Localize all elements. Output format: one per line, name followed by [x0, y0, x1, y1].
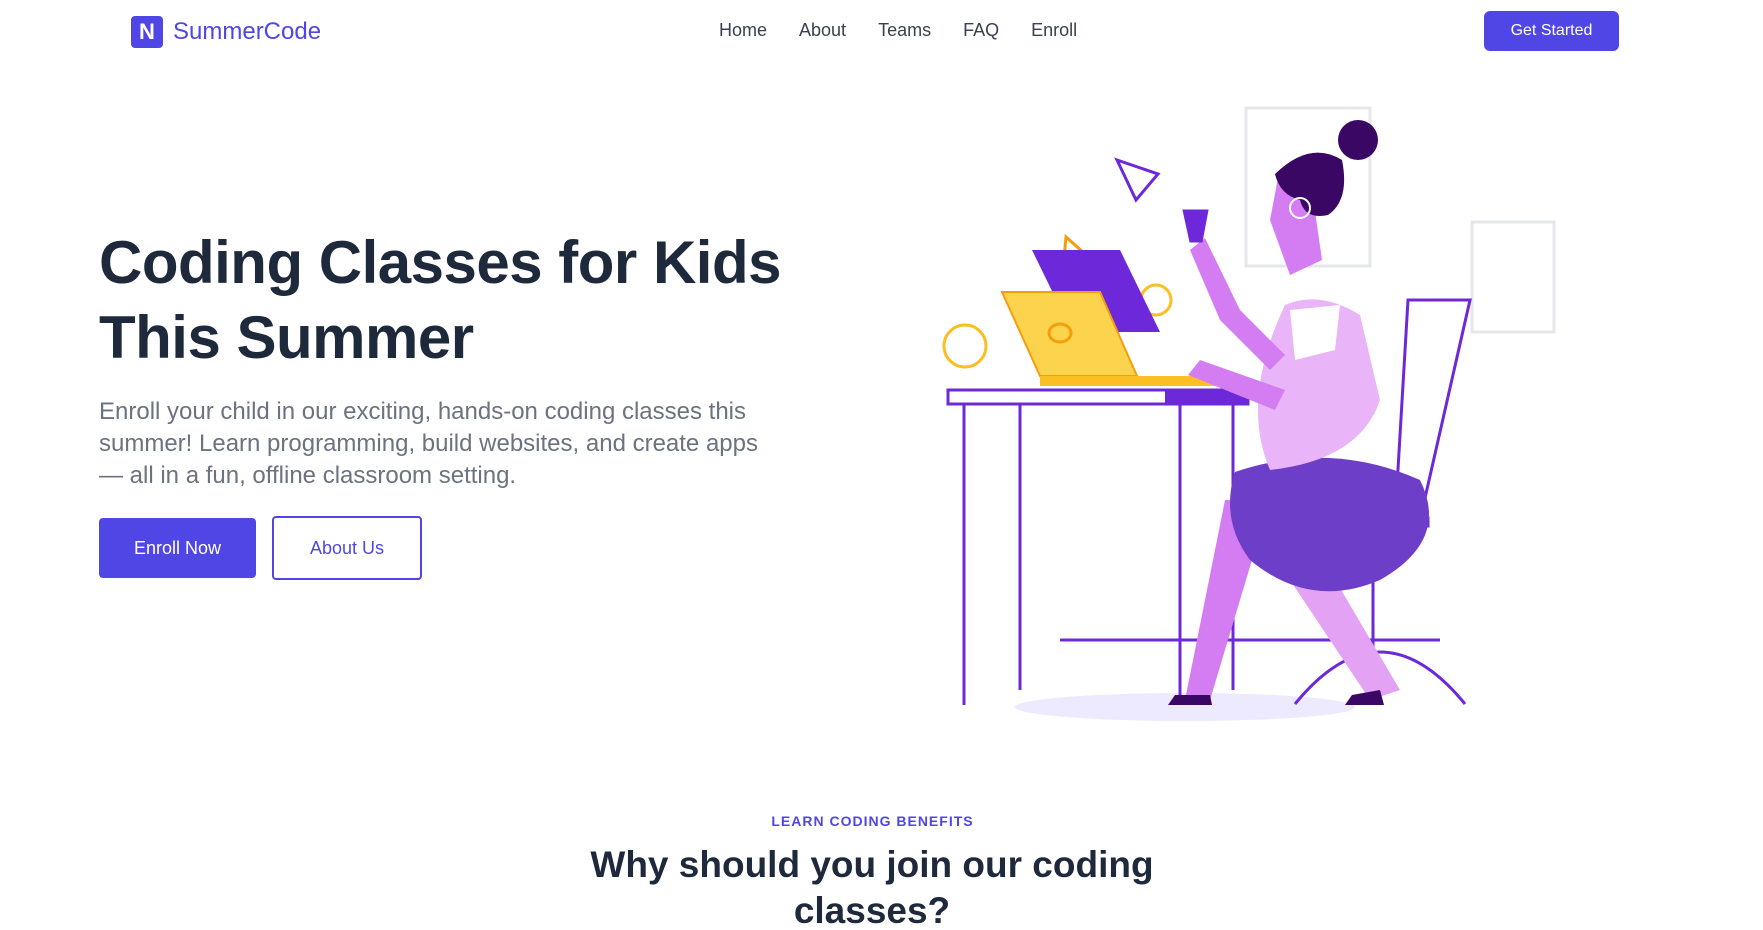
hero-title: Coding Classes for Kids This Summer — [99, 225, 819, 375]
nav-faq[interactable]: FAQ — [963, 20, 999, 41]
section-eyebrow: LEARN CODING BENEFITS — [771, 813, 974, 829]
top-nav: N SummerCode Home About Teams FAQ Enroll… — [0, 0, 1763, 62]
main-menu: Home About Teams FAQ Enroll — [719, 20, 1109, 41]
nav-about[interactable]: About — [799, 20, 846, 41]
hero-subtitle: Enroll your child in our exciting, hands… — [99, 398, 758, 489]
nav-home[interactable]: Home — [719, 20, 767, 41]
brand-name: SummerCode — [173, 18, 322, 45]
nav-enroll[interactable]: Enroll — [1031, 20, 1077, 41]
hero-title-line2: This Summer — [99, 304, 474, 371]
get-started-button[interactable]: Get Started — [1484, 11, 1619, 51]
enroll-now-button[interactable]: Enroll Now — [99, 518, 256, 578]
hero-title-line1: Coding Classes for Kids — [99, 229, 781, 296]
section-title: Why should you join our coding classes? — [590, 844, 1154, 930]
n-logo-icon: N — [131, 16, 163, 48]
brand-logo[interactable]: N SummerCode — [131, 16, 321, 48]
nav-teams[interactable]: Teams — [878, 20, 931, 41]
about-us-button[interactable]: About Us — [272, 516, 422, 580]
woman-at-laptop-illustration — [942, 106, 1556, 721]
